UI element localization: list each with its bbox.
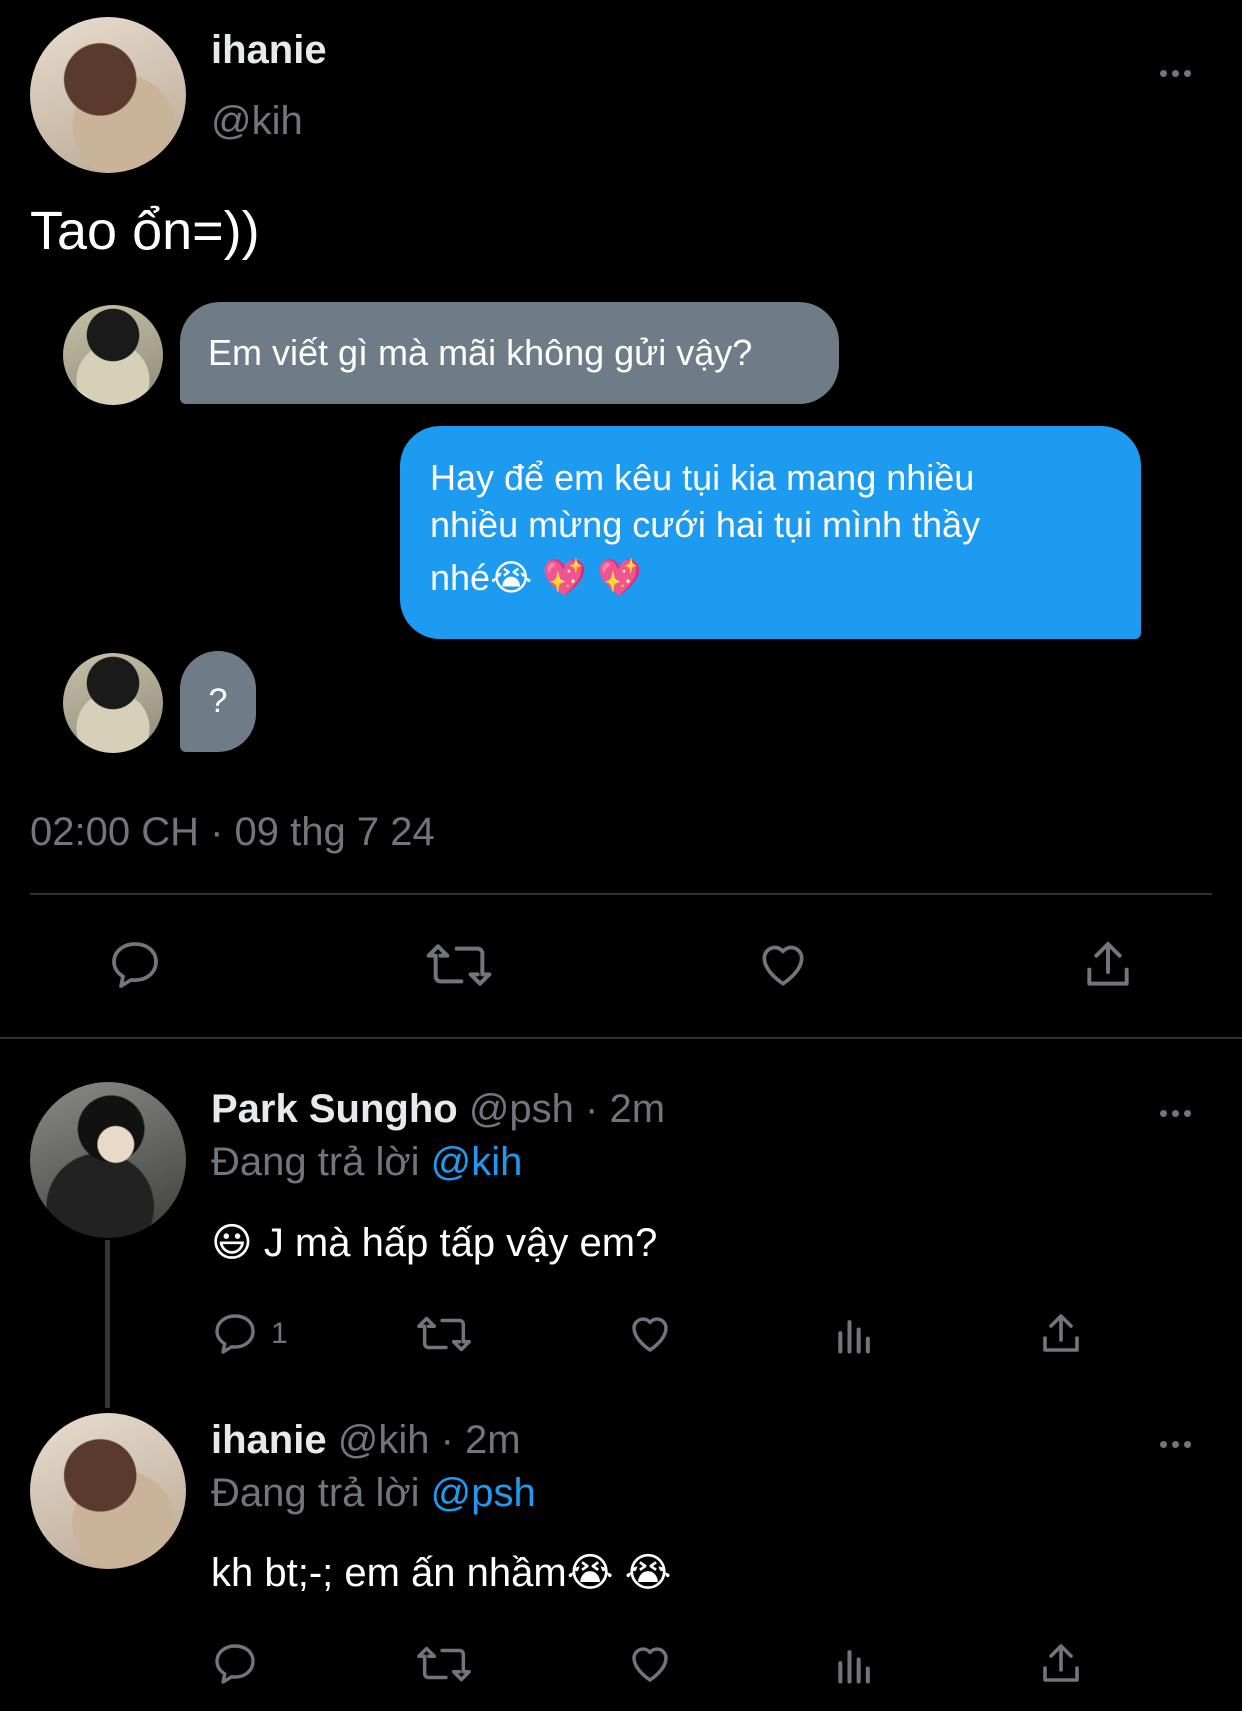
like-button[interactable] [625, 1640, 675, 1688]
reply-header: Park Sungho @psh · 2m [211, 1087, 665, 1132]
divider [0, 1037, 1242, 1039]
speech-bubble-icon [215, 1314, 255, 1354]
bar-chart-icon [838, 1650, 870, 1684]
thread-line [105, 1240, 110, 1408]
divider [30, 893, 1212, 895]
reply-avatar[interactable] [30, 1082, 186, 1238]
chat-message-outgoing: Hay để em kêu tụi kia mang nhiều nhiều m… [400, 426, 1141, 639]
heart-icon [632, 1317, 668, 1352]
retweet-button[interactable] [424, 937, 494, 993]
speech-bubble-icon [112, 942, 158, 988]
author-handle[interactable]: @kih [211, 99, 303, 144]
chat-message-line: Hay để em kêu tụi kia mang nhiều [430, 457, 975, 498]
replying-to: Đang trả lời @psh [211, 1471, 536, 1516]
chat-message-line: nhiều mừng cưới hai tụi mình thầy [430, 504, 981, 545]
like-button[interactable] [753, 937, 813, 993]
tweet-timestamp[interactable]: 02:00 CH · 09 thg 7 24 [30, 810, 435, 855]
retweet-icon [417, 1316, 471, 1352]
replying-to-handle[interactable]: @psh [431, 1471, 536, 1515]
reply-text: kh bt;-; em ấn nhầm😭 😭 [211, 1551, 672, 1595]
reply-display-name[interactable]: ihanie [211, 1418, 327, 1462]
share-button[interactable] [1080, 937, 1136, 993]
reply-button[interactable] [211, 1640, 259, 1688]
replying-to-prefix: Đang trả lời [211, 1140, 420, 1184]
chat-avatar [63, 653, 163, 753]
share-icon [1043, 1644, 1079, 1682]
views-button[interactable] [833, 1642, 877, 1688]
chat-message-line: nhé😭 💖 💖 [430, 557, 642, 598]
reply-button[interactable] [106, 937, 164, 993]
reply-count: 1 [271, 1317, 288, 1350]
retweet-button[interactable] [415, 1640, 473, 1688]
reply-display-name[interactable]: Park Sungho [211, 1087, 458, 1131]
chat-avatar [63, 305, 163, 405]
replying-to-prefix: Đang trả lời [211, 1471, 420, 1515]
replying-to: Đang trả lời @kih [211, 1140, 522, 1185]
chat-message-incoming: Em viết gì mà mãi không gửi vậy? [180, 302, 839, 404]
retweet-icon [426, 944, 492, 986]
retweet-icon [417, 1646, 471, 1682]
reply-avatar[interactable] [30, 1413, 186, 1569]
heart-icon [762, 945, 804, 986]
replying-to-handle[interactable]: @kih [431, 1140, 523, 1184]
retweet-button[interactable] [415, 1310, 473, 1358]
share-icon [1043, 1314, 1079, 1352]
share-icon [1087, 942, 1129, 986]
chat-message-text: Em viết gì mà mãi không gửi vậy? [208, 332, 753, 373]
chat-message-incoming: ? [180, 651, 256, 752]
bar-chart-icon [838, 1320, 870, 1354]
share-button[interactable] [1037, 1640, 1085, 1688]
more-options-icon[interactable] [1160, 1435, 1196, 1453]
author-display-name[interactable]: ihanie [211, 28, 327, 73]
chat-message-text: ? [208, 682, 228, 720]
reply-button[interactable]: 1 [211, 1310, 288, 1358]
reply-handle-time[interactable]: @kih · 2m [338, 1418, 521, 1462]
like-button[interactable] [625, 1310, 675, 1358]
views-button[interactable] [833, 1312, 877, 1358]
reply-text: 😃 J mà hấp tấp vậy em? [211, 1221, 658, 1265]
more-options-icon[interactable] [1160, 64, 1196, 82]
more-options-icon[interactable] [1160, 1104, 1196, 1122]
share-button[interactable] [1037, 1310, 1085, 1358]
speech-bubble-icon [215, 1644, 255, 1684]
tweet-text: Tao ổn=)) [30, 201, 260, 261]
author-avatar[interactable] [30, 17, 186, 173]
reply-header: ihanie @kih · 2m [211, 1418, 521, 1463]
heart-icon [632, 1647, 668, 1682]
reply-handle-time[interactable]: @psh · 2m [469, 1087, 665, 1131]
